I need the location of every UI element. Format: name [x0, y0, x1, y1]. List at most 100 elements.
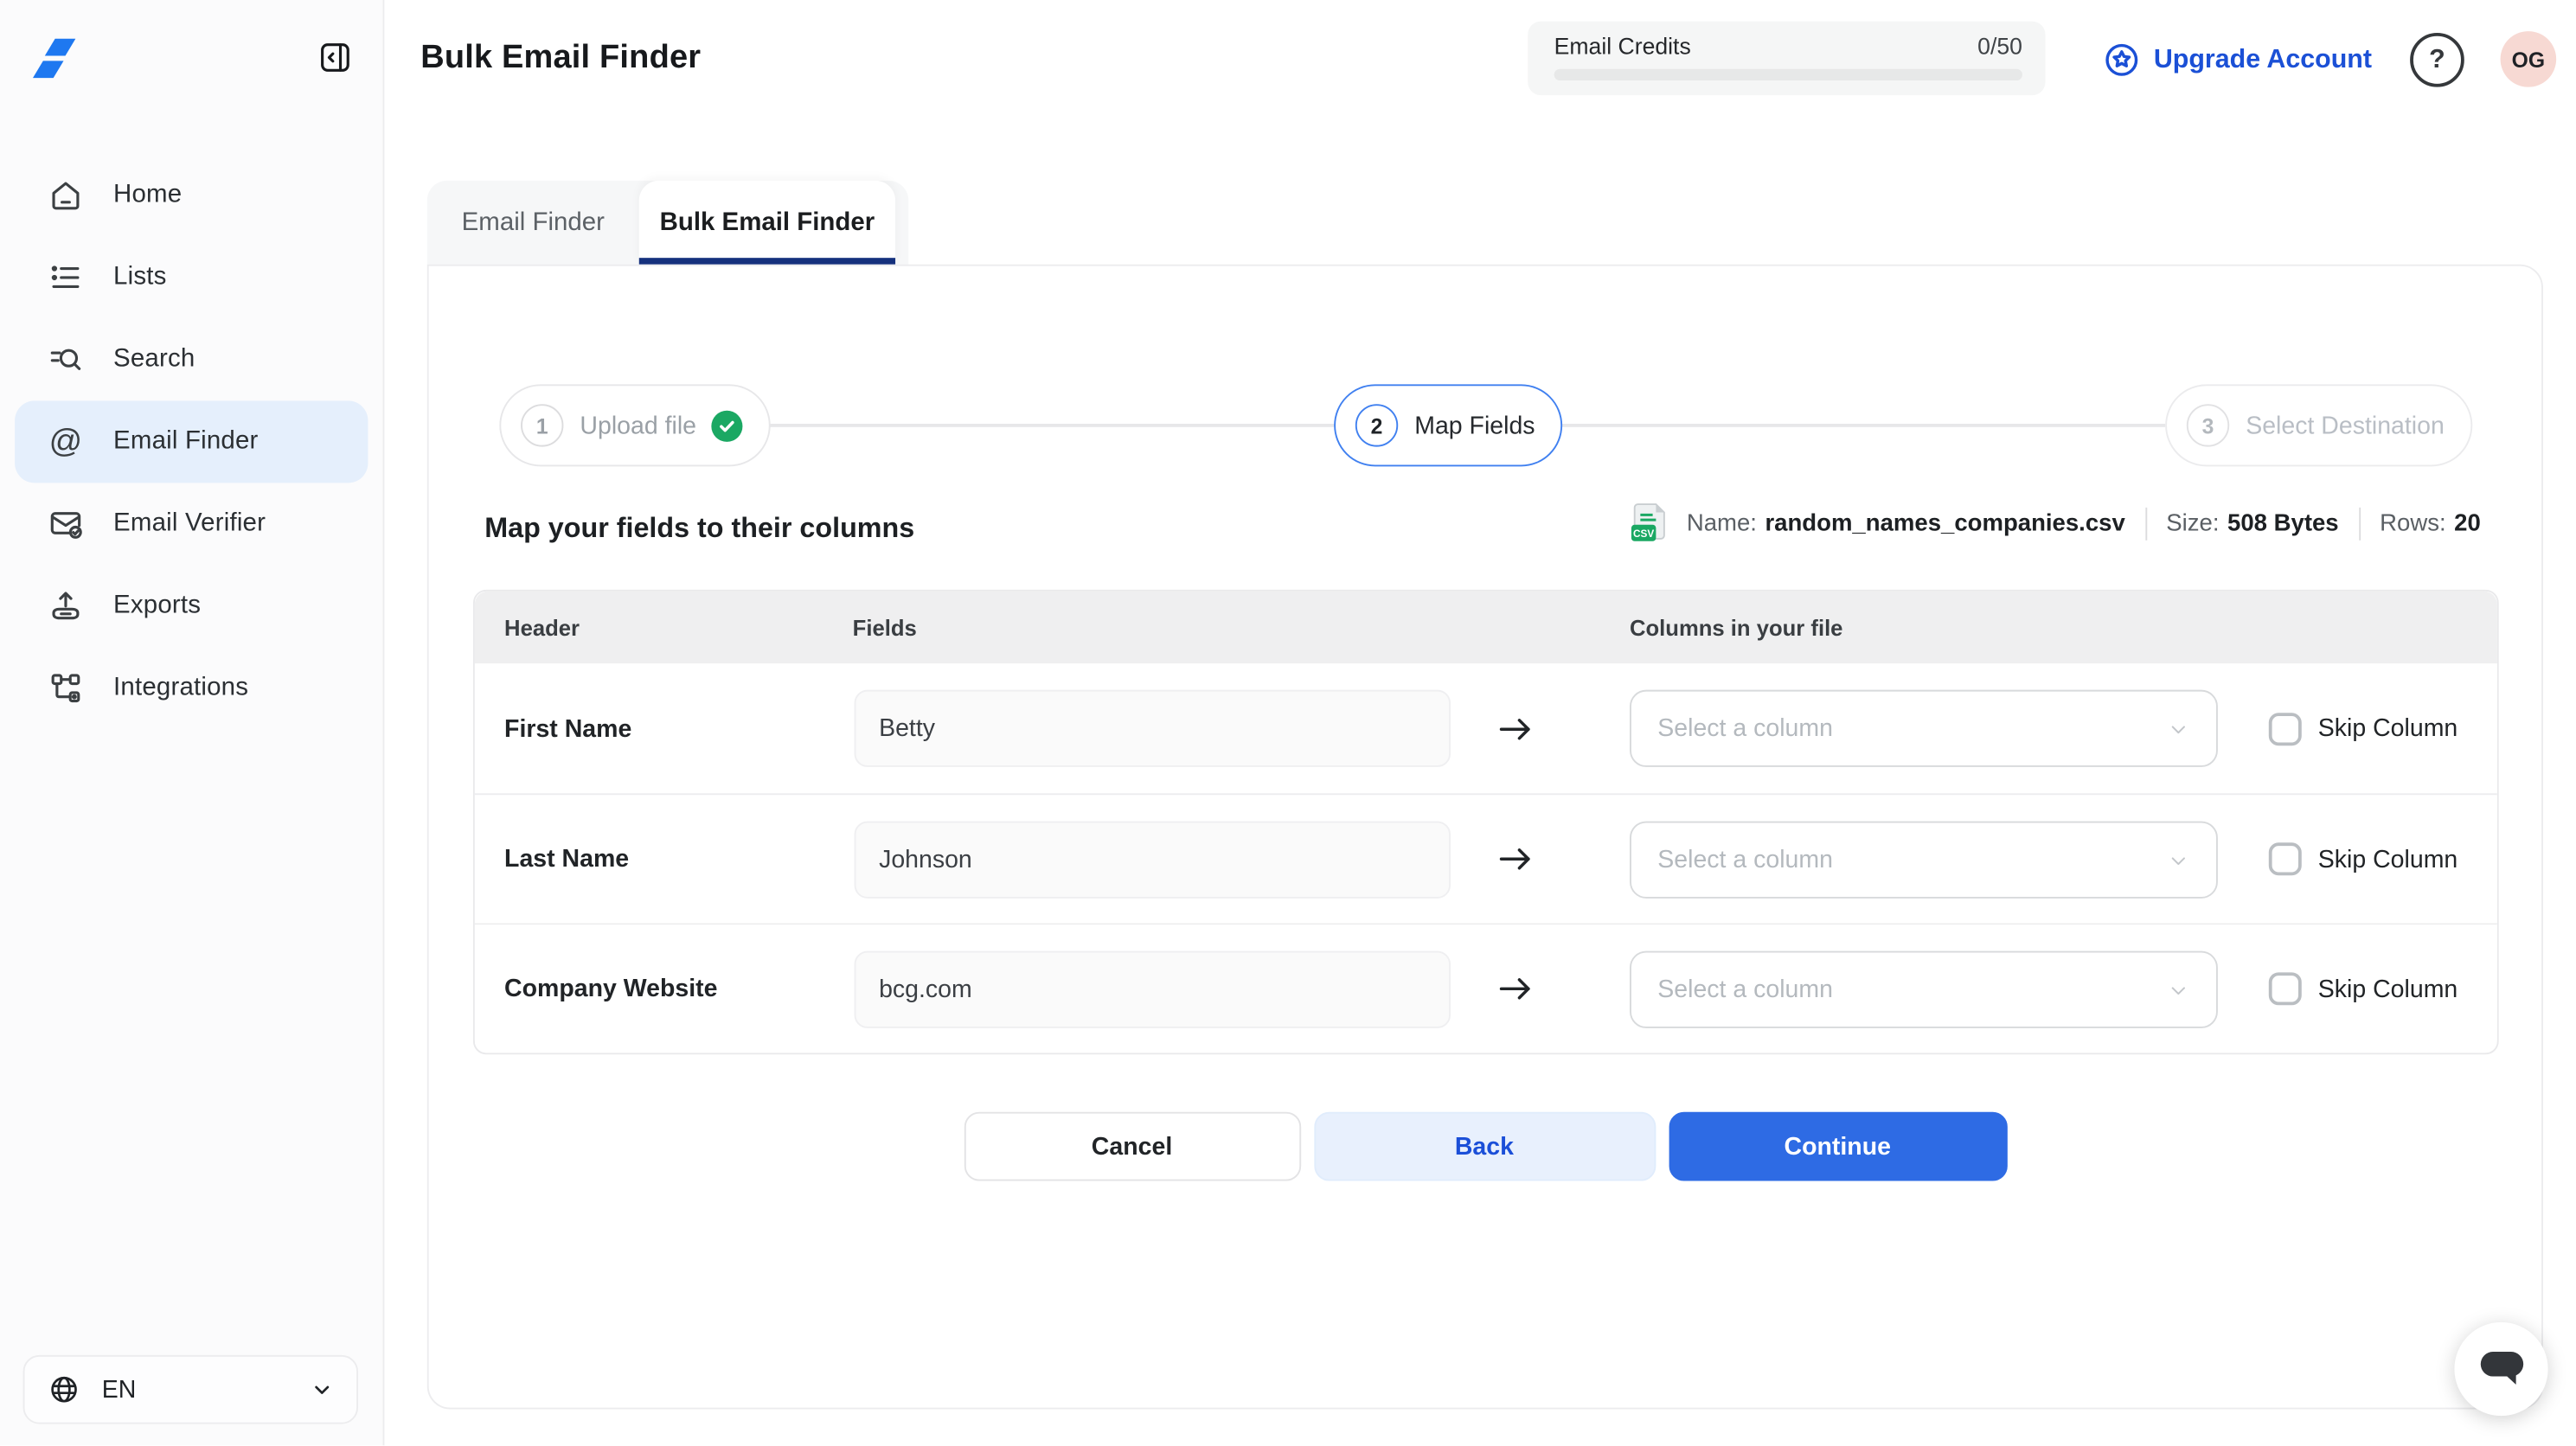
sidebar-item-search[interactable]: Search [15, 318, 368, 400]
sidebar-item-label: Email Verifier [113, 509, 266, 539]
stepper-connector [764, 424, 1339, 426]
help-button[interactable]: ? [2410, 33, 2464, 87]
row-header-label: Last Name [504, 845, 629, 873]
meta-divider [2358, 508, 2360, 541]
chevron-down-icon [2167, 978, 2190, 1001]
mail-check-icon [46, 504, 86, 544]
mapping-table: Header Fields Columns in your file First… [473, 590, 2499, 1054]
field-value-box[interactable]: bcg.com [855, 951, 1451, 1028]
step-complete-check-icon [711, 410, 742, 441]
sidebar-item-label: Exports [113, 592, 201, 621]
skip-column-toggle[interactable]: Skip Column [2269, 842, 2457, 875]
column-select-dropdown[interactable]: Select a column [1630, 822, 2218, 899]
chevron-down-icon [311, 1378, 334, 1401]
cancel-button[interactable]: Cancel [964, 1112, 1300, 1181]
sidebar: Home Lists Search @ Email Finder [0, 0, 384, 1445]
page-title: Bulk Email Finder [420, 40, 701, 78]
section-heading: Map your fields to their columns [484, 513, 914, 546]
arrow-right-icon [1498, 974, 1535, 1003]
field-value-box[interactable]: Betty [855, 690, 1451, 767]
language-label: EN [102, 1376, 311, 1404]
help-question-glyph: ? [2429, 45, 2445, 74]
search-icon [46, 340, 86, 380]
skip-column-checkbox[interactable] [2269, 842, 2302, 875]
step-map-fields[interactable]: 2 Map Fields [1334, 384, 1563, 466]
row-header-label: Company Website [504, 975, 717, 1002]
sidebar-item-home[interactable]: Home [15, 155, 368, 237]
column-select-dropdown[interactable]: Select a column [1630, 951, 2218, 1028]
email-credits-progressbar [1554, 69, 2022, 80]
back-button[interactable]: Back [1313, 1112, 1655, 1181]
sidebar-item-label: Search [113, 345, 195, 374]
field-value-box[interactable]: Johnson [855, 822, 1451, 899]
table-row-first-name: First Name Betty Select a column Skip Co… [475, 663, 2497, 793]
step-label: Select Destination [2246, 412, 2445, 439]
step-number: 2 [1355, 404, 1398, 446]
sidebar-item-label: Email Finder [113, 427, 259, 457]
sidebar-item-exports[interactable]: Exports [15, 565, 368, 647]
sidebar-item-integrations[interactable]: Integrations [15, 647, 368, 729]
app-window: Home Lists Search @ Email Finder [0, 0, 2576, 1445]
tab-email-finder[interactable]: Email Finder [427, 181, 639, 265]
file-rows-label: Rows: [2380, 511, 2446, 537]
sidebar-item-lists[interactable]: Lists [15, 236, 368, 318]
step-upload-file[interactable]: 1 Upload file [499, 384, 770, 466]
skip-column-toggle[interactable]: Skip Column [2269, 972, 2457, 1005]
tab-bar: Email Finder Bulk Email Finder [427, 181, 908, 265]
step-label: Upload file [580, 412, 696, 439]
language-selector[interactable]: EN [23, 1355, 358, 1424]
bulk-finder-card: 1 Upload file 2 Map Fields 3 Select Dest… [427, 265, 2543, 1410]
chat-widget-button[interactable] [2454, 1322, 2547, 1416]
file-size-value: 508 Bytes [2227, 511, 2339, 537]
column-file-columns-label: Columns in your file [1630, 615, 1842, 639]
skip-column-label: Skip Column [2318, 975, 2458, 1002]
skip-column-toggle[interactable]: Skip Column [2269, 712, 2457, 745]
sidebar-item-email-verifier[interactable]: Email Verifier [15, 483, 368, 565]
column-select-dropdown[interactable]: Select a column [1630, 690, 2218, 767]
sidebar-item-email-finder[interactable]: @ Email Finder [15, 400, 368, 483]
globe-icon [48, 1373, 80, 1406]
continue-button[interactable]: Continue [1669, 1112, 2007, 1181]
step-number: 1 [521, 404, 563, 446]
home-icon [46, 176, 86, 215]
select-placeholder: Select a column [1657, 714, 2167, 742]
avatar-initials: OG [2512, 47, 2545, 71]
wizard-actions: Cancel Back Continue [429, 1112, 2541, 1181]
arrow-right-icon [1498, 713, 1535, 743]
step-label: Map Fields [1414, 412, 1535, 439]
app-logo-icon [33, 37, 75, 78]
skip-column-checkbox[interactable] [2269, 712, 2302, 745]
wizard-stepper: 1 Upload file 2 Map Fields 3 Select Dest… [499, 384, 2474, 466]
skip-column-label: Skip Column [2318, 845, 2458, 873]
select-placeholder: Select a column [1657, 976, 2167, 1003]
sidebar-header [0, 0, 383, 115]
lists-icon [46, 258, 86, 298]
table-row-last-name: Last Name Johnson Select a column Skip C… [475, 793, 2497, 923]
tab-bulk-email-finder[interactable]: Bulk Email Finder [639, 181, 895, 265]
chevron-down-icon [2167, 717, 2190, 740]
collapse-sidebar-icon[interactable] [317, 40, 354, 76]
sidebar-nav: Home Lists Search @ Email Finder [0, 155, 383, 730]
avatar[interactable]: OG [2501, 31, 2557, 87]
skip-column-checkbox[interactable] [2269, 972, 2302, 1005]
file-name-label: Name: [1687, 511, 1757, 537]
top-header: Bulk Email Finder Email Credits 0/50 Upg… [384, 0, 2576, 120]
step-number: 3 [2187, 404, 2229, 446]
email-credits-label: Email Credits [1554, 33, 1691, 59]
chat-bubble-icon [2478, 1349, 2524, 1389]
skip-column-label: Skip Column [2318, 714, 2458, 742]
select-placeholder: Select a column [1657, 846, 2167, 873]
meta-divider [2145, 508, 2147, 541]
sidebar-item-label: Lists [113, 263, 166, 292]
step-select-destination[interactable]: 3 Select Destination [2165, 384, 2472, 466]
email-credits-card: Email Credits 0/50 [1528, 22, 2045, 95]
at-sign-icon: @ [46, 422, 86, 462]
sidebar-item-label: Home [113, 181, 182, 210]
sidebar-item-label: Integrations [113, 674, 248, 703]
chevron-down-icon [2167, 848, 2190, 872]
column-fields-label: Fields [853, 615, 917, 639]
file-name-value: random_names_companies.csv [1765, 511, 2124, 537]
email-credits-value: 0/50 [1977, 33, 2022, 59]
upgrade-account-button[interactable]: Upgrade Account [2103, 41, 2372, 79]
row-header-label: First Name [504, 714, 631, 742]
